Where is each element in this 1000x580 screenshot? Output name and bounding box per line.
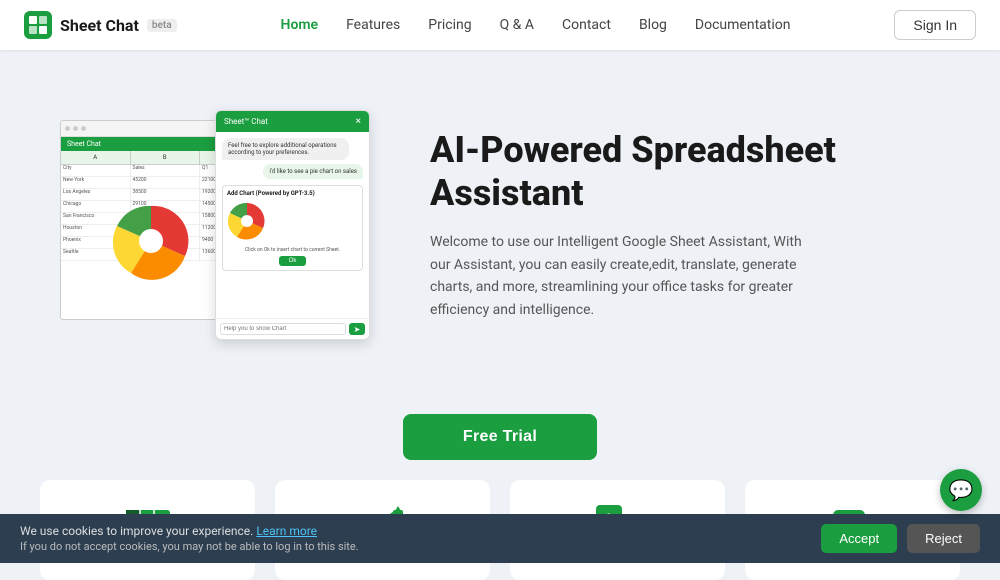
navbar: Sheet Chat beta Home Features Pricing Q …	[0, 0, 1000, 50]
chat-body: Feel free to explore additional operatio…	[216, 132, 369, 318]
chat-title: Sheet™ Chat	[224, 117, 268, 126]
chat-input-row: ➤	[216, 318, 369, 339]
chat-confirm-text: Click on Ok to insert chart to current S…	[227, 247, 358, 253]
toolbar-dot	[81, 126, 86, 131]
hero-title: AI-Powered Spreadsheet Assistant	[430, 129, 940, 215]
hero-section: Sheet Chat A B C D City Sales Q1 Q2 New …	[0, 50, 1000, 390]
sheet-cell: 38500	[131, 189, 201, 201]
sheet-cell: Sales	[131, 165, 201, 177]
hero-text: AI-Powered Spreadsheet Assistant Welcome…	[430, 129, 940, 321]
chat-input[interactable]	[220, 323, 346, 335]
nav-qa[interactable]: Q & A	[500, 17, 534, 33]
nav-contact[interactable]: Contact	[562, 17, 611, 33]
cookie-buttons: Accept Reject	[821, 524, 980, 553]
learn-more-link[interactable]: Learn more	[256, 524, 317, 538]
nav-documentation[interactable]: Documentation	[695, 17, 791, 33]
brand-name: Sheet Chat	[60, 16, 139, 35]
chat-confirm-box: Add Chart (Powered by GPT-3.5) Click on …	[222, 185, 363, 271]
beta-badge: beta	[147, 19, 177, 32]
nav-links: Home Features Pricing Q & A Contact Blog…	[281, 17, 791, 33]
cookie-banner: We use cookies to improve your experienc…	[0, 514, 1000, 563]
chat-bubble-user: I'd like to see a pie chart on sales	[263, 164, 363, 179]
nav-features[interactable]: Features	[346, 17, 400, 33]
toolbar-dot	[73, 126, 78, 131]
chat-overlay: Sheet™ Chat × Feel free to explore addit…	[215, 110, 370, 340]
chat-bubble-assistant: Feel free to explore additional operatio…	[222, 138, 349, 160]
hero-description: Welcome to use our Intelligent Google Sh…	[430, 231, 810, 321]
cookie-line2: If you do not accept cookies, you may no…	[20, 540, 821, 553]
reject-button[interactable]: Reject	[907, 524, 980, 553]
cookie-text: We use cookies to improve your experienc…	[20, 524, 821, 553]
chat-header: Sheet™ Chat ×	[216, 111, 369, 132]
chat-pie-mini	[227, 201, 267, 241]
chat-fab-icon: 💬	[949, 478, 974, 502]
free-trial-button[interactable]: Free Trial	[403, 414, 597, 460]
chat-ok-button[interactable]: Ok	[279, 256, 307, 266]
chat-send-button[interactable]: ➤	[349, 323, 365, 335]
sheet-cell: City	[61, 165, 131, 177]
nav-home[interactable]: Home	[281, 17, 319, 33]
logo-icon	[24, 11, 52, 39]
cta-section: Free Trial	[0, 390, 1000, 480]
toolbar-dot	[65, 126, 70, 131]
cookie-message: We use cookies to improve your experienc…	[20, 524, 253, 538]
accept-button[interactable]: Accept	[821, 524, 897, 553]
signin-button[interactable]: Sign In	[894, 10, 976, 40]
nav-blog[interactable]: Blog	[639, 17, 667, 33]
col-header: A	[61, 151, 131, 165]
chat-confirm-title: Add Chart (Powered by GPT-3.5)	[227, 190, 358, 197]
sheet-cell: Los Angeles	[61, 189, 131, 201]
sheet-cell: 45200	[131, 177, 201, 189]
pie-chart	[111, 201, 191, 281]
sheet-cell: New York	[61, 177, 131, 189]
nav-pricing[interactable]: Pricing	[428, 17, 471, 33]
cookie-line1: We use cookies to improve your experienc…	[20, 524, 821, 538]
chat-close-icon[interactable]: ×	[356, 116, 361, 127]
col-header: B	[131, 151, 201, 165]
logo-area: Sheet Chat beta	[24, 11, 177, 39]
hero-image: Sheet Chat A B C D City Sales Q1 Q2 New …	[60, 110, 370, 340]
chat-fab-button[interactable]: 💬	[940, 469, 982, 511]
